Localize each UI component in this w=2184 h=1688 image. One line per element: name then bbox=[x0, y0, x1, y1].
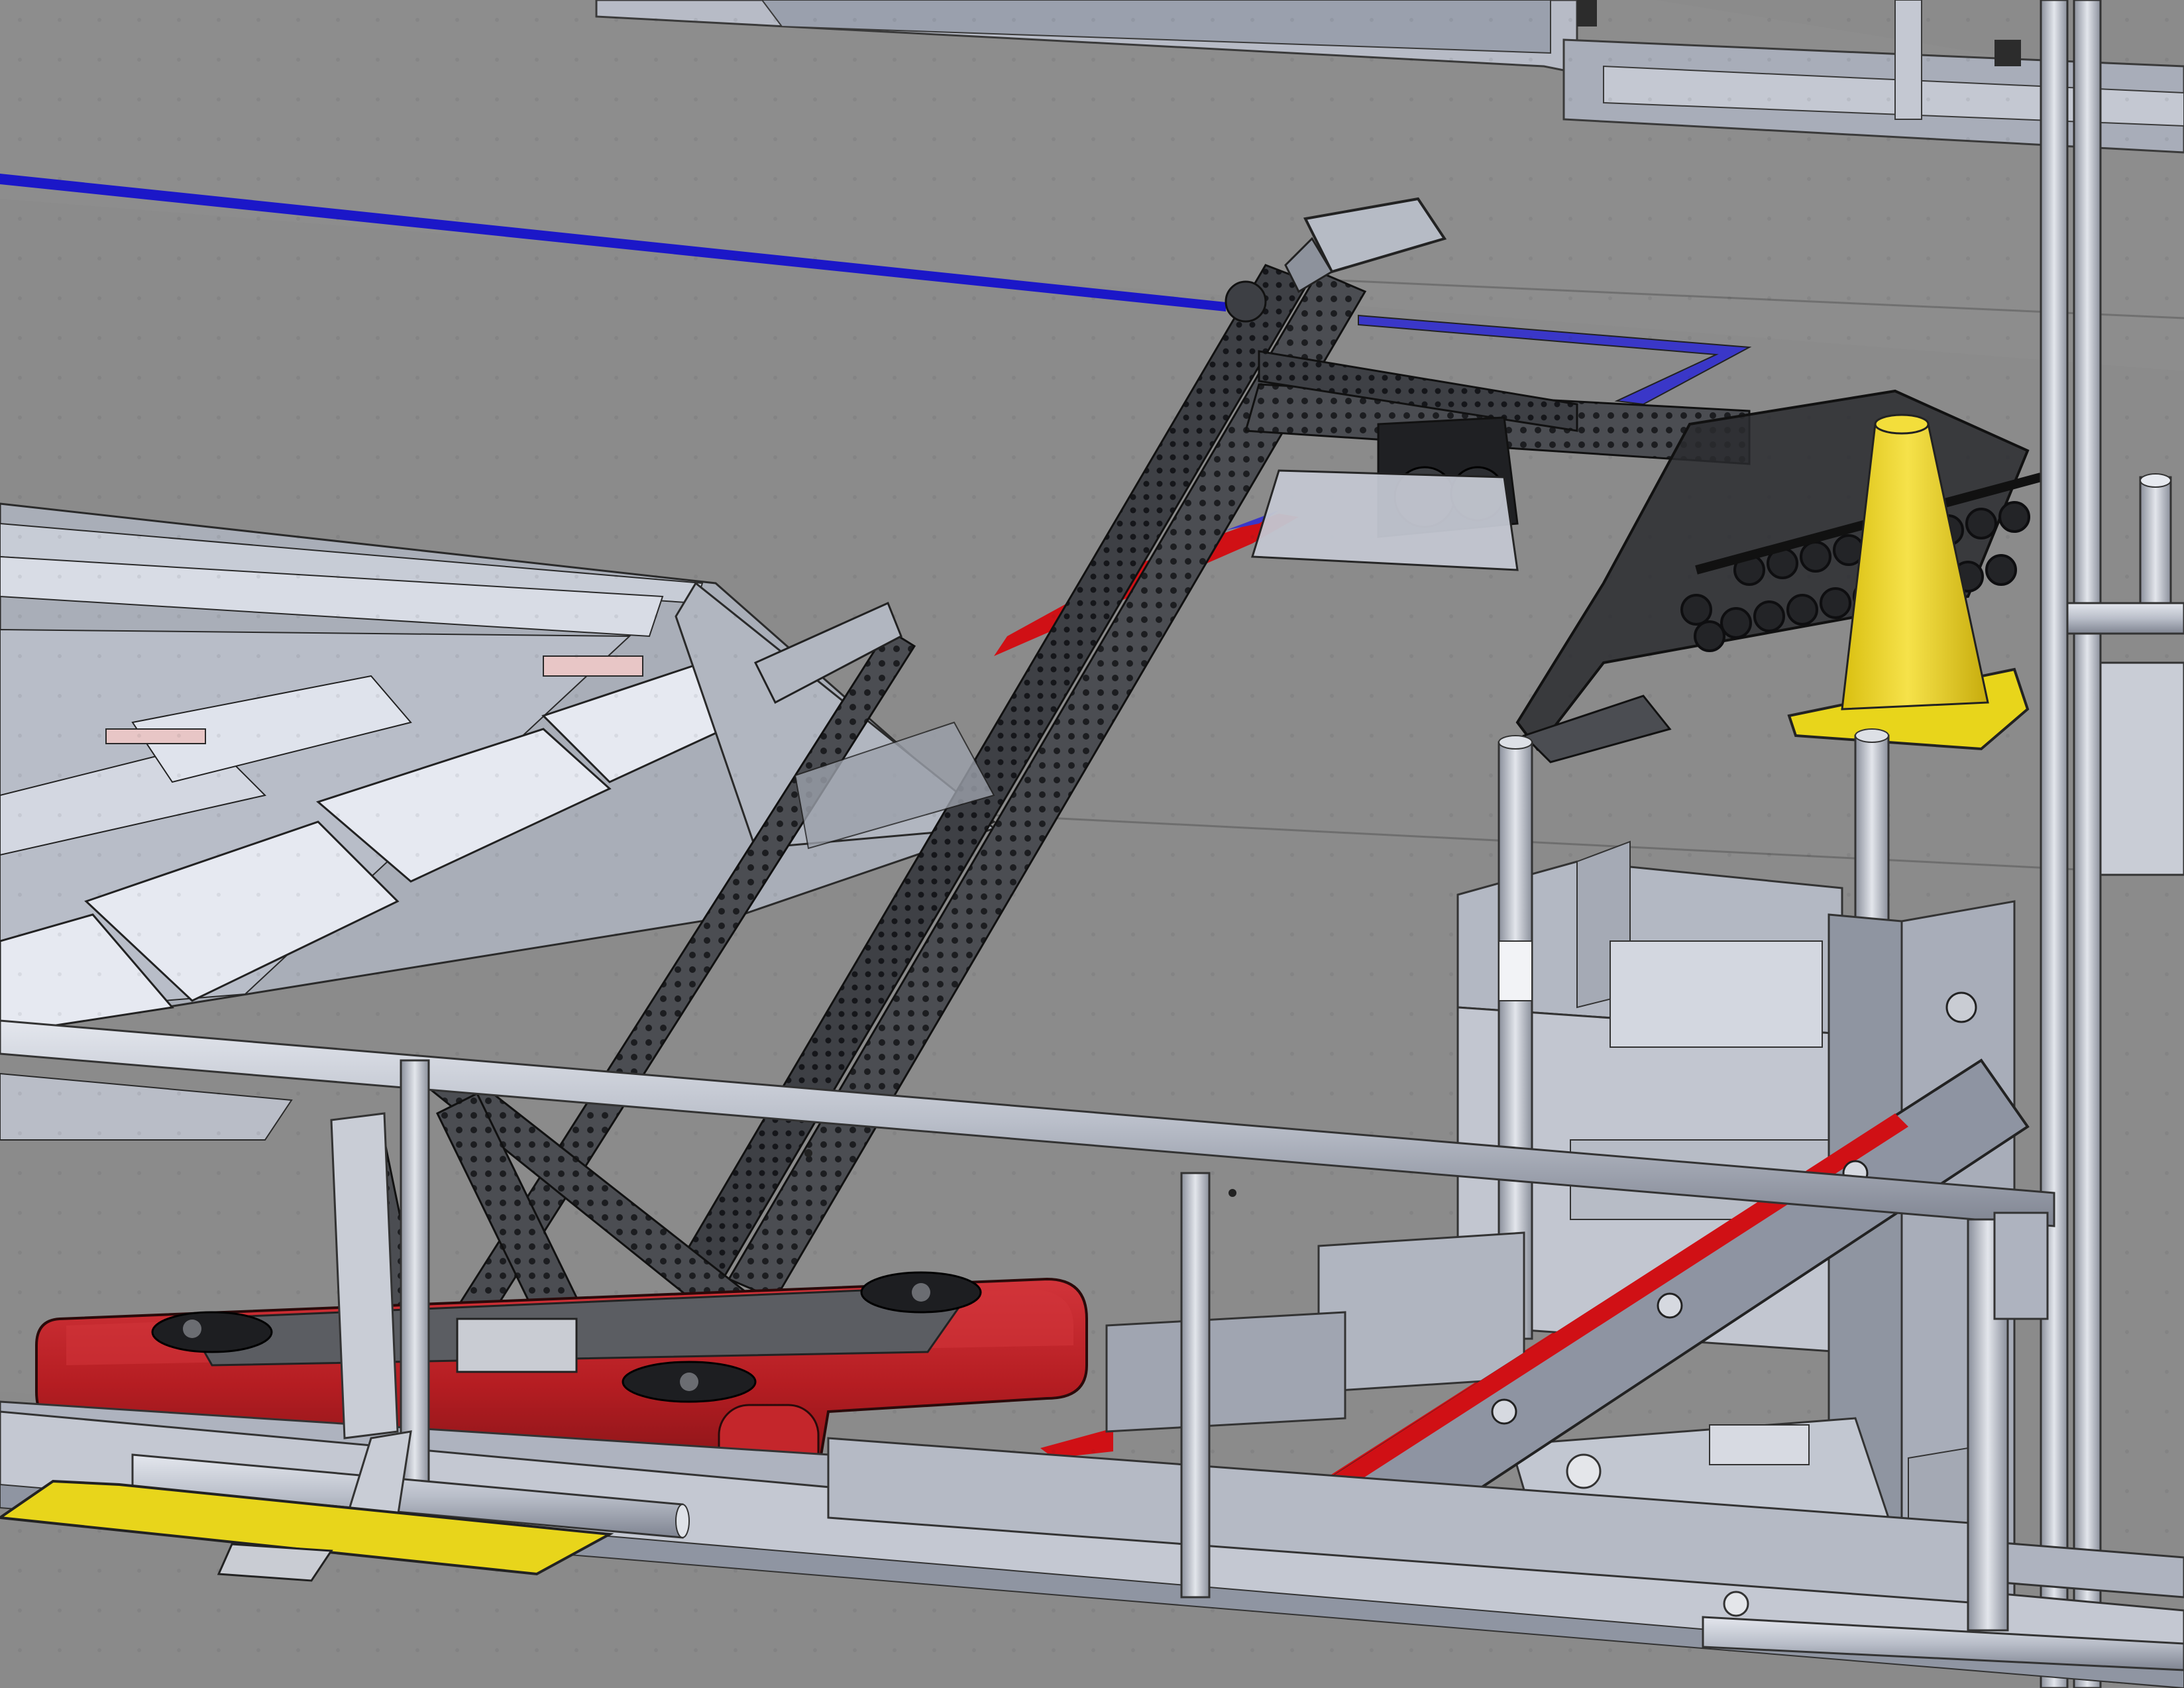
cad-viewport[interactable] bbox=[0, 0, 2184, 1688]
cad-scene bbox=[0, 0, 2184, 1688]
